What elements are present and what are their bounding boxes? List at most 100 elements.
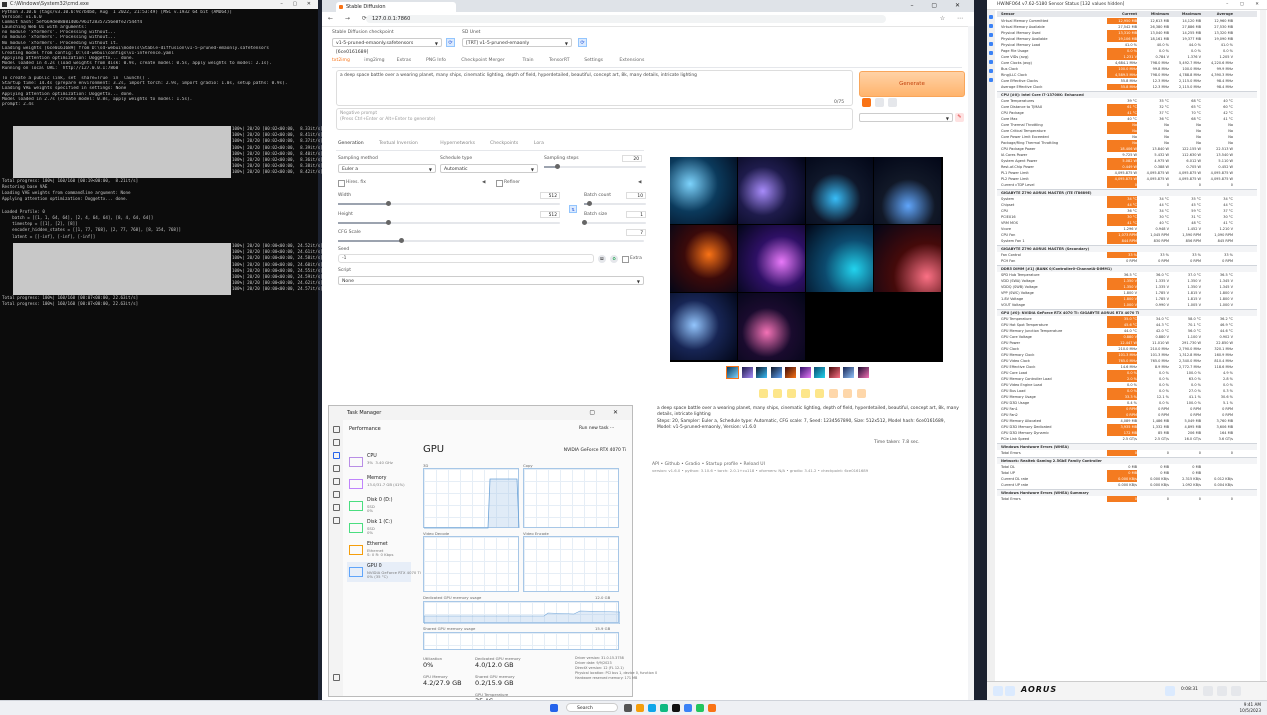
gallery-image[interactable] — [670, 225, 737, 292]
sensor-row[interactable]: Current cTDP Level 0 0 0 0 — [997, 182, 1257, 188]
gallery-image[interactable] — [806, 225, 873, 292]
batch-count-slider[interactable] — [584, 201, 646, 206]
settings-icon[interactable] — [332, 674, 340, 681]
refiner-checkbox[interactable] — [496, 180, 503, 187]
sensor-icon-2[interactable] — [989, 24, 993, 28]
gallery-thumbnail[interactable] — [726, 366, 739, 379]
processes-icon[interactable] — [332, 439, 340, 446]
sensor-icon-6[interactable] — [989, 60, 993, 64]
gallery-thumbnail[interactable] — [857, 367, 869, 378]
checkpoint-select[interactable]: v1-5-pruned-emaonly.safetensors [6ce0161… — [332, 38, 442, 55]
tab-settings[interactable]: Settings — [584, 58, 603, 63]
steps-slider[interactable] — [544, 164, 646, 169]
task-view-icon[interactable] — [624, 704, 632, 712]
window-controls[interactable]: – ▢ ✕ — [280, 0, 315, 9]
device-cpu[interactable]: CPU 3% 3.40 GHz — [347, 452, 411, 472]
device-gpu-0[interactable]: GPU 0 NVIDIA GeForce RTX 4070 Ti 0% (35 °… — [347, 562, 421, 582]
sensor-titlebar[interactable]: HWiNFO64 v7.62-5180 Sensor Status [132 v… — [987, 0, 1267, 10]
collapse-icon[interactable]: ◀ — [482, 180, 485, 185]
gallery-image[interactable] — [670, 293, 737, 360]
sensor-row[interactable]: Total Errors 0 0 0 0 — [997, 450, 1257, 456]
terminal-window[interactable]: C:\Windows\System32\cmd.exe – ▢ ✕ Python… — [0, 0, 323, 700]
sensor-row[interactable]: Current UP rate 0.000 KB/s 0.000 KB/s 1.092… — [997, 482, 1257, 488]
explorer-icon[interactable] — [636, 704, 644, 712]
device-disk-1-c-[interactable]: Disk 1 (C:) SSD 0% — [347, 518, 411, 538]
window-controls[interactable]: – ▢ ✕ — [910, 2, 968, 9]
task-manager-nav[interactable] — [329, 420, 343, 696]
taskbar-search[interactable]: Search — [566, 703, 618, 712]
sensor-group-header[interactable]: Windows Hardware Errors (WHEA) Summary — [997, 489, 1257, 496]
task-manager-window[interactable]: Task Manager ▢ ✕ Performance Run new tas… — [328, 405, 657, 705]
subtab-checkpoints[interactable]: Checkpoints — [490, 141, 518, 146]
gallery-image[interactable] — [874, 157, 941, 224]
window-controls[interactable]: – ▢ ✕ — [1226, 0, 1264, 9]
column-header[interactable]: Sensor — [1001, 11, 1015, 17]
refresh-unet-button[interactable]: ⟳ — [578, 38, 587, 47]
gallery-thumbnail[interactable] — [814, 367, 825, 378]
zip-icon[interactable] — [787, 389, 796, 398]
terminal-titlebar[interactable]: C:\Windows\System32\cmd.exe – ▢ ✕ — [0, 0, 318, 9]
settings-icon[interactable] — [1217, 686, 1227, 696]
gallery-image[interactable] — [670, 157, 737, 224]
sampling-method-select[interactable]: Euler a ▼ — [338, 164, 436, 173]
tab-png-info[interactable]: PNG Info — [426, 58, 446, 63]
batch-count-input[interactable]: 10 — [626, 192, 646, 199]
tab-extras[interactable]: Extras — [397, 58, 412, 63]
footer-links[interactable]: API • Github • Gradio • Startup profile … — [652, 462, 765, 467]
batch-size-input[interactable]: 1 — [626, 211, 646, 218]
store-icon[interactable] — [660, 704, 668, 712]
device-ethernet[interactable]: Ethernet Ethernet S: 0 R: 0 Kbps — [347, 540, 411, 560]
sensor-group-header[interactable]: CPU [#0]: Intel Core i7-13700K: Enhanced — [997, 91, 1257, 98]
tab-tensorrt[interactable]: TensorRT — [549, 58, 570, 63]
sensor-row[interactable]: Average Effective Clock 55.8 MHz 12.3 MHz 2… — [997, 84, 1257, 90]
startup-icon[interactable] — [332, 478, 340, 485]
network-icon[interactable] — [993, 686, 1003, 696]
page-scrollbar[interactable] — [968, 26, 974, 700]
subtab-textual-inversion[interactable]: Textual Inversion — [379, 141, 418, 146]
batch-count-slider-handle[interactable] — [587, 201, 593, 206]
width-slider[interactable] — [338, 201, 560, 206]
batch-size-slider[interactable] — [581, 220, 646, 225]
column-header[interactable]: Average — [1203, 11, 1233, 17]
tab-txt2img[interactable]: txt2img — [332, 58, 350, 63]
paint-icon[interactable] — [815, 389, 824, 398]
run-task-button[interactable]: Run new task ⋯ — [579, 426, 614, 431]
taskbar-clock[interactable]: 9:41 AM 10/5/2023 — [1240, 702, 1261, 713]
swap-dimensions-button[interactable]: ⇅ — [569, 205, 577, 213]
refresh-checkpoint-button[interactable]: ⟳ — [446, 38, 455, 47]
batch-size-slider-handle[interactable] — [581, 220, 587, 225]
column-header[interactable]: Minimum — [1139, 11, 1169, 17]
script-select[interactable]: None ▼ — [338, 276, 644, 285]
edge-icon[interactable] — [648, 704, 656, 712]
extras-icon[interactable] — [829, 389, 838, 398]
cfg-slider-handle[interactable] — [398, 238, 404, 243]
height-slider[interactable] — [338, 220, 560, 225]
sensor-row[interactable]: PCIe Link Speed 2.5 GT/s 2.5 GT/s 16.0 GT/s… — [997, 436, 1257, 442]
column-header[interactable]: Maximum — [1171, 11, 1201, 17]
task-manager-titlebar[interactable]: Task Manager ▢ ✕ — [329, 406, 632, 420]
sensor-scrollbar[interactable] — [1260, 10, 1266, 682]
extra-checkbox[interactable] — [622, 256, 629, 263]
terminal-taskbar-icon[interactable] — [672, 704, 680, 712]
device-memory[interactable]: Memory 13.0/31.7 GB (41%) — [347, 474, 411, 494]
users-icon[interactable] — [332, 491, 340, 498]
clipboard-icon[interactable] — [888, 98, 897, 107]
edit-styles-icon[interactable]: ✎ — [955, 113, 964, 122]
collapse-icon-2[interactable]: ◀ — [638, 180, 641, 185]
sensor-window[interactable]: HWiNFO64 v7.62-5180 Sensor Status [132 v… — [987, 0, 1267, 700]
clock-icon[interactable] — [1203, 686, 1213, 696]
send-icon[interactable] — [857, 389, 866, 398]
gallery-image[interactable] — [874, 225, 941, 292]
sensor-icon-3[interactable] — [989, 33, 993, 37]
sensor-row[interactable]: PCH Fan 0 RPM 0 RPM 0 RPM 0 RPM — [997, 258, 1257, 264]
sensor-row[interactable]: System Fan 1 844 RPM 830 RPM 856 RPM 845 RPM — [997, 238, 1257, 244]
sensor-icon-8[interactable] — [989, 78, 993, 82]
column-header[interactable]: Current — [1107, 11, 1137, 17]
browser-tab[interactable]: Stable Diffusion — [336, 2, 456, 12]
browser-tools[interactable]: ☆ ⋯ — [940, 15, 968, 22]
gallery-image[interactable] — [738, 293, 805, 360]
trash-icon[interactable] — [875, 98, 884, 107]
steps-slider-handle[interactable] — [554, 164, 560, 169]
gallery-thumbnail[interactable] — [843, 367, 854, 378]
gallery-thumbnail[interactable] — [756, 367, 767, 378]
